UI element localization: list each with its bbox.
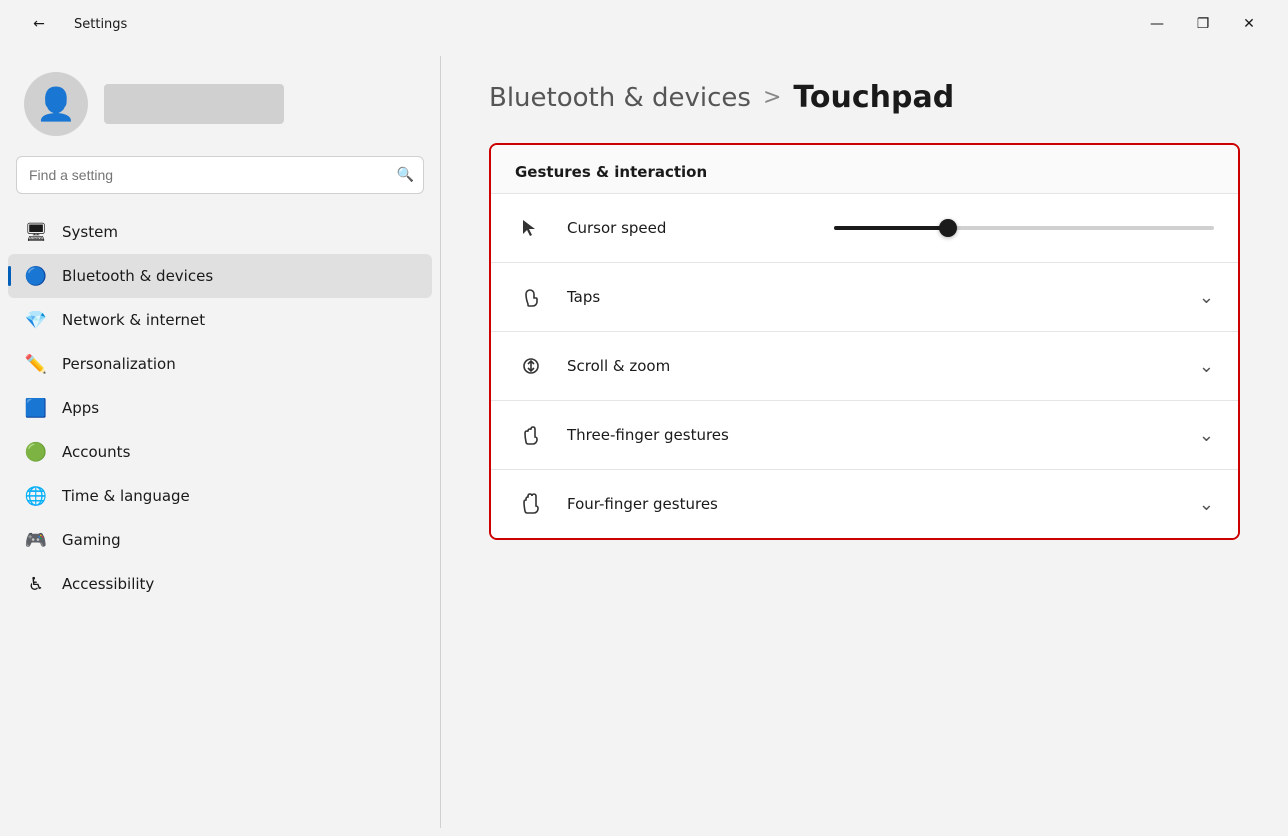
breadcrumb-parent[interactable]: Bluetooth & devices <box>489 83 751 113</box>
minimize-button[interactable]: — <box>1134 8 1180 40</box>
taps-control: ⌄ <box>1199 287 1214 308</box>
app-title: Settings <box>74 17 127 32</box>
cursor-speed-control <box>834 226 1214 230</box>
taps-label: Taps <box>567 288 1179 306</box>
taps-icon <box>515 281 547 313</box>
gestures-card: Gestures & interaction Cursor speed <box>489 143 1240 540</box>
window-controls: — ❐ ✕ <box>1134 8 1272 40</box>
avatar: 👤 <box>24 72 88 136</box>
cursor-speed-row[interactable]: Cursor speed <box>491 193 1238 262</box>
sidebar-item-label-accessibility: Accessibility <box>62 575 154 593</box>
bluetooth-icon: 🔵 <box>24 264 48 288</box>
sidebar-item-accessibility[interactable]: ♿ Accessibility <box>8 562 432 606</box>
search-input[interactable] <box>16 156 424 194</box>
sidebar-item-accounts[interactable]: 🟢 Accounts <box>8 430 432 474</box>
sidebar-item-network[interactable]: 💎 Network & internet <box>8 298 432 342</box>
scroll-icon <box>515 350 547 382</box>
sidebar-item-system[interactable]: 🖥 System <box>8 210 432 254</box>
three-finger-icon <box>515 419 547 451</box>
sidebar-item-label-time: Time & language <box>62 487 190 505</box>
titlebar-left: ← Settings <box>16 8 127 40</box>
maximize-button[interactable]: ❐ <box>1180 8 1226 40</box>
nav-items: 🖥 System 🔵 Bluetooth & devices 💎 Network… <box>0 210 440 606</box>
scroll-zoom-control: ⌄ <box>1199 356 1214 377</box>
accounts-icon: 🟢 <box>24 440 48 464</box>
profile-section: 👤 <box>0 48 440 156</box>
titlebar: ← Settings — ❐ ✕ <box>0 0 1288 48</box>
speed-slider-track[interactable] <box>834 226 1214 230</box>
gaming-icon: 🎮 <box>24 528 48 552</box>
section-title: Gestures & interaction <box>491 145 1238 193</box>
sidebar-item-apps[interactable]: 🟦 Apps <box>8 386 432 430</box>
back-button[interactable]: ← <box>16 8 62 40</box>
sidebar: 👤 🔍 🖥 System 🔵 Bluetooth & devices 💎 Net… <box>0 48 440 836</box>
personalization-icon: ✏️ <box>24 352 48 376</box>
scroll-zoom-label: Scroll & zoom <box>567 357 1179 375</box>
sidebar-item-label-gaming: Gaming <box>62 531 121 549</box>
close-button[interactable]: ✕ <box>1226 8 1272 40</box>
breadcrumb-current: Touchpad <box>793 80 954 115</box>
sidebar-item-label-network: Network & internet <box>62 311 205 329</box>
sidebar-item-gaming[interactable]: 🎮 Gaming <box>8 518 432 562</box>
network-icon: 💎 <box>24 308 48 332</box>
sidebar-item-label-accounts: Accounts <box>62 443 130 461</box>
breadcrumb: Bluetooth & devices > Touchpad <box>489 80 1240 115</box>
three-finger-label: Three-finger gestures <box>567 426 1179 444</box>
profile-name <box>104 84 284 124</box>
sidebar-item-label-personalization: Personalization <box>62 355 176 373</box>
taps-row[interactable]: Taps ⌄ <box>491 262 1238 331</box>
main-content: Bluetooth & devices > Touchpad Gestures … <box>441 48 1288 836</box>
three-finger-row[interactable]: Three-finger gestures ⌄ <box>491 400 1238 469</box>
three-finger-control: ⌄ <box>1199 425 1214 446</box>
sidebar-item-time[interactable]: 🌐 Time & language <box>8 474 432 518</box>
four-finger-label: Four-finger gestures <box>567 495 1179 513</box>
scroll-zoom-chevron-icon: ⌄ <box>1199 356 1214 377</box>
taps-chevron-icon: ⌄ <box>1199 287 1214 308</box>
sidebar-item-label-system: System <box>62 223 118 241</box>
sidebar-item-label-bluetooth: Bluetooth & devices <box>62 267 213 285</box>
scroll-zoom-row[interactable]: Scroll & zoom ⌄ <box>491 331 1238 400</box>
sidebar-item-personalization[interactable]: ✏️ Personalization <box>8 342 432 386</box>
cursor-icon <box>515 212 547 244</box>
four-finger-control: ⌄ <box>1199 494 1214 515</box>
accessibility-icon: ♿ <box>24 572 48 596</box>
sidebar-item-label-apps: Apps <box>62 399 99 417</box>
time-icon: 🌐 <box>24 484 48 508</box>
search-box: 🔍 <box>16 156 424 194</box>
search-icon[interactable]: 🔍 <box>397 167 414 183</box>
sidebar-item-bluetooth[interactable]: 🔵 Bluetooth & devices <box>8 254 432 298</box>
four-finger-icon <box>515 488 547 520</box>
breadcrumb-separator: > <box>763 85 781 110</box>
apps-icon: 🟦 <box>24 396 48 420</box>
speed-slider-fill <box>834 226 948 230</box>
three-finger-chevron-icon: ⌄ <box>1199 425 1214 446</box>
app-body: 👤 🔍 🖥 System 🔵 Bluetooth & devices 💎 Net… <box>0 48 1288 836</box>
four-finger-chevron-icon: ⌄ <box>1199 494 1214 515</box>
user-icon: 👤 <box>36 85 76 123</box>
cursor-speed-label: Cursor speed <box>567 219 814 237</box>
four-finger-row[interactable]: Four-finger gestures ⌄ <box>491 469 1238 538</box>
speed-slider-thumb[interactable] <box>939 219 957 237</box>
system-icon: 🖥 <box>24 220 48 244</box>
